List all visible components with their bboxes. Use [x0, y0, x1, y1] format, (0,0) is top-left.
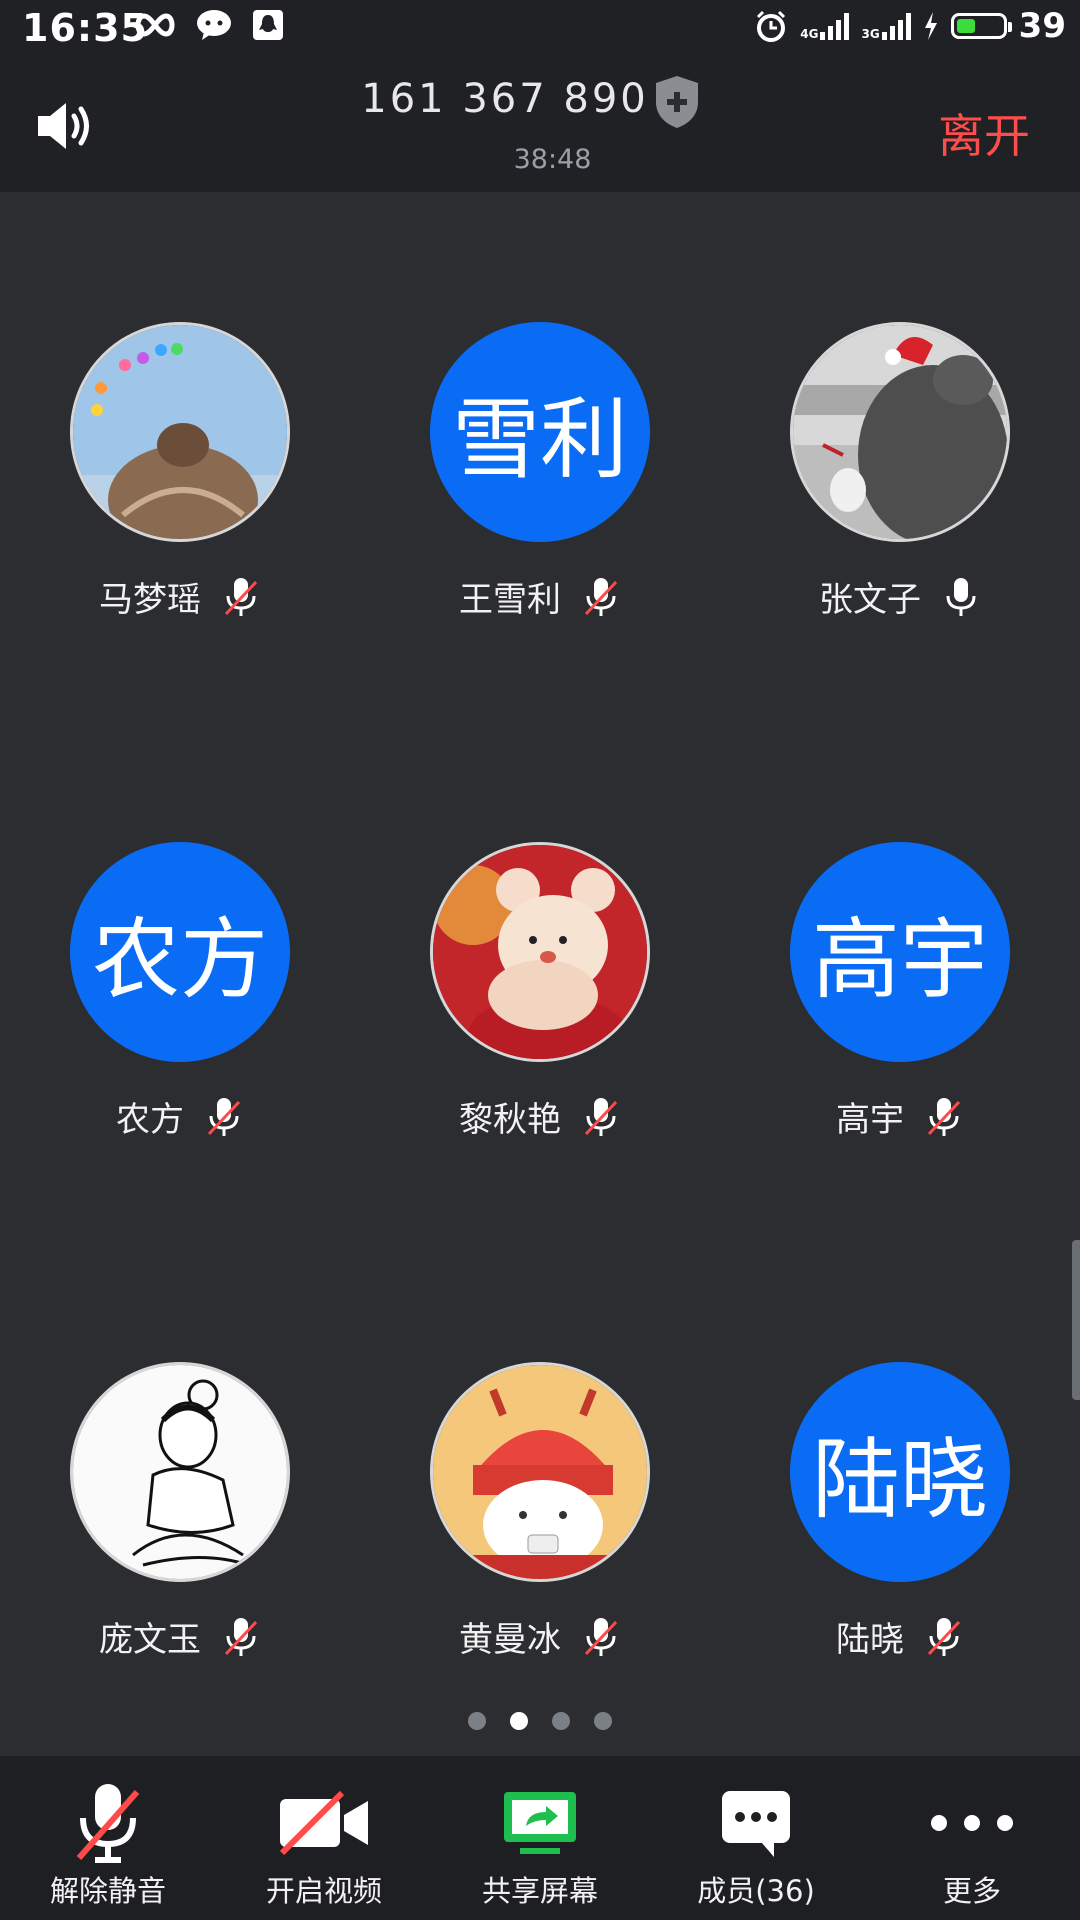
unmute-button[interactable]: 解除静音 [0, 1756, 216, 1920]
participant-name-row: 陆晓 [720, 1612, 1080, 1661]
page-indicator [0, 1712, 1080, 1730]
start-video-button[interactable]: 开启视频 [216, 1756, 432, 1920]
participant-tile[interactable]: 雪利 王雪利 [360, 322, 660, 622]
participant-name: 张文子 [819, 580, 921, 620]
participant-name-row: 张文子 [720, 572, 1080, 621]
avatar [790, 322, 1010, 542]
participant-name-row: 庞文玉 [0, 1612, 360, 1661]
avatar: 陆晓 [790, 1362, 1010, 1582]
page-dot[interactable] [552, 1712, 570, 1730]
security-shield-icon[interactable] [652, 74, 702, 130]
network-type-2: 3G [861, 27, 880, 41]
battery-icon [950, 13, 1012, 39]
participant-name: 马梦瑶 [99, 580, 201, 620]
page-dot[interactable] [594, 1712, 612, 1730]
participant-name: 陆晓 [836, 1620, 904, 1660]
participant-name: 黄曼冰 [459, 1620, 561, 1660]
participant-tile[interactable]: 黎秋艳 [360, 842, 660, 1142]
mic-muted-icon [224, 577, 258, 616]
more-label: 更多 [942, 1874, 1001, 1908]
signal-icon-1 [820, 12, 850, 40]
charging-icon [924, 12, 937, 40]
avatar [430, 1362, 650, 1582]
participant-name-row: 黎秋艳 [360, 1092, 720, 1141]
participant-name-row: 黄曼冰 [360, 1612, 720, 1661]
participant-name: 高宇 [836, 1100, 904, 1140]
participant-name: 农方 [116, 1100, 184, 1140]
meeting-duration: 38:48 [513, 144, 592, 175]
infinity-icon [135, 13, 175, 37]
participant-name: 庞文玉 [99, 1620, 201, 1660]
video-off-icon [279, 1791, 368, 1855]
more-dots-icon [931, 1815, 1013, 1831]
participant-tile[interactable]: 张文子 [720, 322, 1020, 622]
page-dot-active[interactable] [510, 1712, 528, 1730]
avatar [70, 322, 290, 542]
participant-tile[interactable]: 高宇 高宇 [720, 842, 1020, 1142]
members-chat-icon [722, 1791, 790, 1857]
mic-muted-icon [927, 1617, 961, 1656]
share-screen-icon [504, 1792, 576, 1854]
participant-tile[interactable]: 农方 农方 [0, 842, 300, 1142]
wechat-icon [197, 10, 231, 40]
status-bar: 16:35 4G 3G 39 [0, 0, 1080, 62]
participant-name-row: 王雪利 [360, 572, 720, 621]
status-right: 4G 3G 39 [754, 6, 1066, 46]
members-button[interactable]: 成员(36) [648, 1756, 864, 1920]
avatar [430, 842, 650, 1062]
alarm-icon [757, 10, 786, 42]
mic-muted-icon [76, 1784, 140, 1863]
bottom-toolbar: 解除静音 开启视频 共享屏幕 成员(36) 更多 [0, 1756, 1080, 1920]
mic-muted-icon [584, 577, 618, 616]
members-label: 成员(36) [697, 1874, 815, 1908]
qq-icon [253, 10, 283, 40]
scroll-handle[interactable] [1072, 1240, 1080, 1400]
battery-level: 39 [1018, 6, 1066, 46]
participant-name: 黎秋艳 [459, 1100, 561, 1140]
meeting-header: 161 367 890 38:48 离开 [0, 62, 1080, 192]
share-screen-button[interactable]: 共享屏幕 [432, 1756, 648, 1920]
participant-tile[interactable]: 庞文玉 [0, 1362, 300, 1662]
participant-name: 王雪利 [459, 580, 561, 620]
participant-tile[interactable]: 马梦瑶 [0, 322, 300, 622]
mic-muted-icon [584, 1097, 618, 1136]
participant-name-row: 农方 [0, 1092, 360, 1141]
status-time: 16:35 [22, 6, 148, 50]
status-notification-icons [133, 8, 285, 42]
leave-button[interactable]: 离开 [938, 100, 1030, 166]
mic-muted-icon [207, 1097, 241, 1136]
network-type-1: 4G [800, 27, 819, 41]
participant-tile[interactable]: 黄曼冰 [360, 1362, 660, 1662]
meeting-id: 161 367 890 [361, 76, 649, 122]
avatar: 农方 [70, 842, 290, 1062]
participant-name-row: 高宇 [720, 1092, 1080, 1141]
mic-muted-icon [927, 1097, 961, 1136]
more-button[interactable]: 更多 [864, 1756, 1080, 1920]
avatar: 雪利 [430, 322, 650, 542]
unmute-label: 解除静音 [49, 1874, 166, 1908]
participant-tile[interactable]: 陆晓 陆晓 [720, 1362, 1020, 1662]
avatar [70, 1362, 290, 1582]
mic-muted-icon [584, 1617, 618, 1656]
participant-name-row: 马梦瑶 [0, 572, 360, 621]
share-screen-label: 共享屏幕 [481, 1874, 598, 1908]
mic-icon [946, 577, 976, 616]
mic-muted-icon [224, 1617, 258, 1656]
avatar: 高宇 [790, 842, 1010, 1062]
start-video-label: 开启视频 [265, 1874, 382, 1908]
page-dot[interactable] [468, 1712, 486, 1730]
signal-icon-2 [881, 12, 911, 40]
